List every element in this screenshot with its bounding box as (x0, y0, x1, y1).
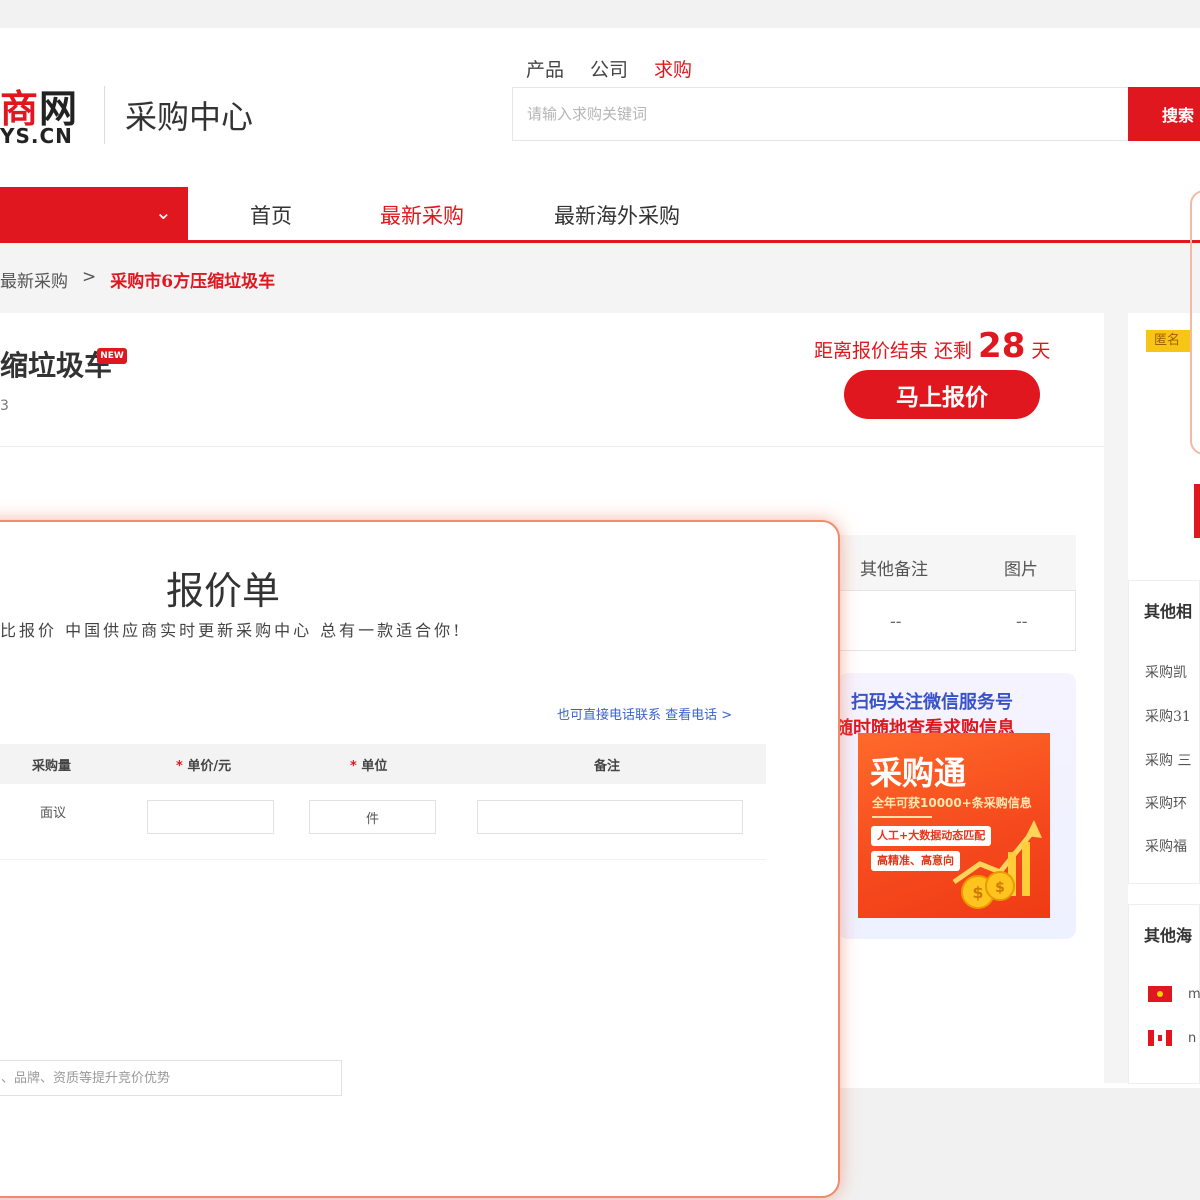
modal-title: 报价单 (166, 569, 281, 613)
breadcrumb: 最新采购 > 采购市6方压缩垃圾车 (0, 267, 275, 292)
search-tab-products[interactable]: 产品 (526, 55, 564, 82)
search-button[interactable]: 搜索 (1128, 87, 1200, 141)
remark-input[interactable] (477, 800, 743, 834)
coins-icon: $ $ (952, 820, 1042, 909)
detail-cell-remarks: -- (890, 612, 902, 631)
quote-now-button[interactable]: 马上报价 (844, 370, 1040, 419)
chevron-down-icon: ⌄ (155, 200, 172, 224)
logo-domain: YS.CN (0, 124, 73, 148)
svg-text:$: $ (995, 880, 1005, 896)
search-box (512, 87, 1132, 141)
related-link[interactable]: 采购凯 (1145, 662, 1187, 682)
flag-icon (1148, 986, 1172, 1002)
deadline-label: 距离报价结束 还剩 (814, 340, 973, 362)
contact-tab[interactable] (1194, 484, 1200, 538)
related-link[interactable]: 采购 三 (1145, 750, 1191, 770)
related-link[interactable]: 采购环 (1145, 793, 1187, 813)
search-tab-purchase[interactable]: 求购 (654, 55, 692, 82)
view-phone-link[interactable]: 也可直接电话联系 查看电话 > (557, 704, 732, 723)
overseas-link[interactable]: m (1188, 987, 1200, 1002)
ad-tagline: 全年可获10000+条采购信息 (872, 796, 1032, 810)
search-tab-companies[interactable]: 公司 (590, 55, 628, 82)
ad-title: 采购通 (870, 754, 967, 792)
qr-title: 扫码关注微信服务号 (851, 692, 1013, 713)
overseas-link[interactable]: n (1188, 1031, 1196, 1046)
required-mark: * (176, 759, 183, 774)
top-strip (0, 0, 1200, 28)
required-mark: * (350, 759, 357, 774)
highlight-frame (1190, 190, 1200, 455)
nav-latest-purchase[interactable]: 最新采购 (380, 200, 464, 230)
new-badge: NEW (97, 348, 127, 364)
col-unit-label: 单位 (361, 759, 388, 774)
search-input[interactable] (513, 88, 1131, 140)
flag-icon (1148, 1030, 1172, 1046)
overseas-heading: 其他海 (1144, 926, 1193, 945)
related-link[interactable]: 采购福 (1145, 836, 1187, 856)
product-meta: 3 (0, 398, 9, 414)
ad-divider (872, 816, 932, 818)
unit-input[interactable] (309, 800, 436, 834)
modal-slogan: 比报价 中国供应商实时更新采购中心 总有一款适合你! (0, 621, 463, 640)
page-title: 缩垃圾车 (0, 349, 113, 382)
sidebar-gutter (1104, 313, 1128, 1083)
deadline-countdown: 距离报价结束 还剩 28 天 (814, 326, 1050, 366)
breadcrumb-current: 采购市6方压缩垃圾车 (110, 272, 276, 292)
advantage-remark-input[interactable] (0, 1060, 342, 1096)
days-left: 28 (978, 326, 1026, 366)
site-title: 采购中心 (125, 98, 254, 136)
col-quantity: 采购量 (32, 759, 72, 774)
col-unit-price: * 单价/元 (176, 755, 231, 774)
breadcrumb-latest[interactable]: 最新采购 (0, 267, 68, 292)
col-unit: * 单位 (350, 755, 387, 774)
detail-col-remarks: 其他备注 (860, 560, 928, 580)
days-unit: 天 (1031, 340, 1051, 362)
detail-col-images: 图片 (1004, 560, 1038, 580)
ad-tag-precision: 高精准、高意向 (871, 851, 960, 871)
anonymous-badge: 匿名 (1146, 330, 1190, 352)
col-remark: 备注 (594, 759, 621, 774)
detail-cell-images: -- (1016, 612, 1028, 631)
col-unit-price-label: 单价/元 (187, 759, 232, 774)
nav-overseas-purchase[interactable]: 最新海外采购 (554, 200, 680, 230)
related-link[interactable]: 采购31 (1145, 706, 1191, 726)
breadcrumb-separator: > (82, 267, 97, 287)
logo-divider (104, 86, 105, 144)
svg-text:$: $ (972, 883, 983, 902)
quantity-value: 面议 (40, 806, 67, 821)
search-tabs: 产品 公司 求购 (526, 55, 692, 82)
nav-home[interactable]: 首页 (250, 200, 292, 230)
unit-price-input[interactable] (147, 800, 274, 834)
related-heading: 其他相 (1144, 602, 1193, 621)
